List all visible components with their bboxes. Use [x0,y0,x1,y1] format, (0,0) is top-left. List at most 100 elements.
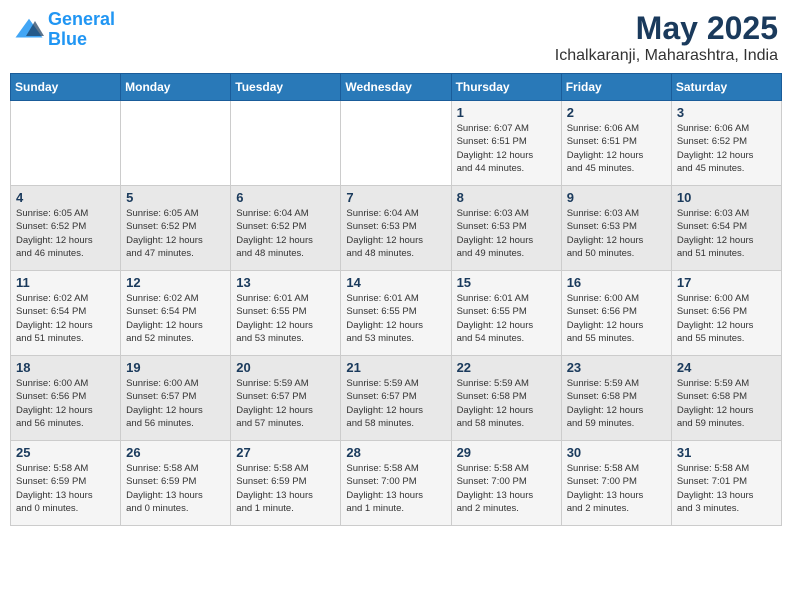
day-number: 13 [236,275,335,290]
calendar-week-row: 25 Sunrise: 5:58 AM Sunset: 6:59 PM Dayli… [11,441,782,526]
day-info: Sunrise: 5:59 AM Sunset: 6:58 PM Dayligh… [457,377,556,430]
weekday-header: Wednesday [341,74,451,101]
weekday-header: Monday [121,74,231,101]
location-title: Ichalkaranji, Maharashtra, India [555,47,778,65]
day-info: Sunrise: 6:05 AM Sunset: 6:52 PM Dayligh… [16,207,115,260]
day-number: 19 [126,360,225,375]
day-number: 9 [567,190,666,205]
calendar-cell: 30 Sunrise: 5:58 AM Sunset: 7:00 PM Dayli… [561,441,671,526]
day-info: Sunrise: 6:00 AM Sunset: 6:56 PM Dayligh… [16,377,115,430]
calendar-cell: 6 Sunrise: 6:04 AM Sunset: 6:52 PM Daylig… [231,186,341,271]
day-number: 7 [346,190,445,205]
day-number: 12 [126,275,225,290]
calendar-cell: 28 Sunrise: 5:58 AM Sunset: 7:00 PM Dayli… [341,441,451,526]
calendar-cell [11,101,121,186]
calendar-week-row: 18 Sunrise: 6:00 AM Sunset: 6:56 PM Dayli… [11,356,782,441]
day-number: 2 [567,105,666,120]
day-info: Sunrise: 6:01 AM Sunset: 6:55 PM Dayligh… [457,292,556,345]
day-number: 5 [126,190,225,205]
calendar-cell: 13Sunrise: 6:01 AM Sunset: 6:55 PM Dayli… [231,271,341,356]
calendar-cell: 19Sunrise: 6:00 AM Sunset: 6:57 PM Dayli… [121,356,231,441]
day-info: Sunrise: 5:58 AM Sunset: 7:00 PM Dayligh… [346,462,445,515]
day-info: Sunrise: 6:02 AM Sunset: 6:54 PM Dayligh… [126,292,225,345]
calendar-cell: 10Sunrise: 6:03 AM Sunset: 6:54 PM Dayli… [671,186,781,271]
weekday-header: Sunday [11,74,121,101]
calendar-cell: 27Sunrise: 5:58 AM Sunset: 6:59 PM Dayli… [231,441,341,526]
day-number: 20 [236,360,335,375]
logo: General Blue [14,10,115,50]
calendar-cell: 15 Sunrise: 6:01 AM Sunset: 6:55 PM Dayli… [451,271,561,356]
day-number: 31 [677,445,776,460]
day-number: 25 [16,445,115,460]
day-number: 21 [346,360,445,375]
calendar-cell: 3 Sunrise: 6:06 AM Sunset: 6:52 PM Daylig… [671,101,781,186]
weekday-header: Friday [561,74,671,101]
calendar-cell: 31 Sunrise: 5:58 AM Sunset: 7:01 PM Dayli… [671,441,781,526]
calendar-cell: 5 Sunrise: 6:05 AM Sunset: 6:52 PM Daylig… [121,186,231,271]
calendar-cell: 20Sunrise: 5:59 AM Sunset: 6:57 PM Dayli… [231,356,341,441]
day-number: 15 [457,275,556,290]
weekday-header: Tuesday [231,74,341,101]
day-info: Sunrise: 6:00 AM Sunset: 6:56 PM Dayligh… [677,292,776,345]
calendar-cell: 11Sunrise: 6:02 AM Sunset: 6:54 PM Dayli… [11,271,121,356]
day-info: Sunrise: 5:58 AM Sunset: 7:00 PM Dayligh… [567,462,666,515]
day-number: 16 [567,275,666,290]
calendar-cell: 9 Sunrise: 6:03 AM Sunset: 6:53 PM Daylig… [561,186,671,271]
day-number: 6 [236,190,335,205]
calendar-cell: 2 Sunrise: 6:06 AM Sunset: 6:51 PM Daylig… [561,101,671,186]
calendar-cell: 18 Sunrise: 6:00 AM Sunset: 6:56 PM Dayli… [11,356,121,441]
day-info: Sunrise: 5:59 AM Sunset: 6:58 PM Dayligh… [567,377,666,430]
calendar-cell: 14Sunrise: 6:01 AM Sunset: 6:55 PM Dayli… [341,271,451,356]
day-info: Sunrise: 6:03 AM Sunset: 6:54 PM Dayligh… [677,207,776,260]
day-info: Sunrise: 6:03 AM Sunset: 6:53 PM Dayligh… [567,207,666,260]
day-info: Sunrise: 5:58 AM Sunset: 6:59 PM Dayligh… [16,462,115,515]
calendar-cell: 1Sunrise: 6:07 AM Sunset: 6:51 PM Daylig… [451,101,561,186]
calendar-week-row: 11Sunrise: 6:02 AM Sunset: 6:54 PM Dayli… [11,271,782,356]
day-info: Sunrise: 5:59 AM Sunset: 6:58 PM Dayligh… [677,377,776,430]
day-number: 4 [16,190,115,205]
day-info: Sunrise: 6:00 AM Sunset: 6:56 PM Dayligh… [567,292,666,345]
calendar-cell: 21 Sunrise: 5:59 AM Sunset: 6:57 PM Dayli… [341,356,451,441]
day-info: Sunrise: 6:06 AM Sunset: 6:52 PM Dayligh… [677,122,776,175]
day-info: Sunrise: 6:04 AM Sunset: 6:52 PM Dayligh… [236,207,335,260]
calendar-cell: 29Sunrise: 5:58 AM Sunset: 7:00 PM Dayli… [451,441,561,526]
day-number: 8 [457,190,556,205]
calendar-cell: 24 Sunrise: 5:59 AM Sunset: 6:58 PM Dayli… [671,356,781,441]
calendar-week-row: 4 Sunrise: 6:05 AM Sunset: 6:52 PM Daylig… [11,186,782,271]
day-info: Sunrise: 6:05 AM Sunset: 6:52 PM Dayligh… [126,207,225,260]
day-info: Sunrise: 5:58 AM Sunset: 6:59 PM Dayligh… [236,462,335,515]
day-info: Sunrise: 6:06 AM Sunset: 6:51 PM Dayligh… [567,122,666,175]
calendar-cell: 12 Sunrise: 6:02 AM Sunset: 6:54 PM Dayli… [121,271,231,356]
calendar-cell: 4 Sunrise: 6:05 AM Sunset: 6:52 PM Daylig… [11,186,121,271]
day-number: 22 [457,360,556,375]
calendar-cell: 8Sunrise: 6:03 AM Sunset: 6:53 PM Daylig… [451,186,561,271]
day-info: Sunrise: 6:07 AM Sunset: 6:51 PM Dayligh… [457,122,556,175]
logo-blue: Blue [48,29,87,49]
logo-general: General [48,9,115,29]
calendar-cell: 16 Sunrise: 6:00 AM Sunset: 6:56 PM Dayli… [561,271,671,356]
page-header: General Blue May 2025 Ichalkaranji, Maha… [10,10,782,65]
calendar-cell: 17Sunrise: 6:00 AM Sunset: 6:56 PM Dayli… [671,271,781,356]
day-info: Sunrise: 6:02 AM Sunset: 6:54 PM Dayligh… [16,292,115,345]
day-info: Sunrise: 5:58 AM Sunset: 7:01 PM Dayligh… [677,462,776,515]
calendar-table: SundayMondayTuesdayWednesdayThursdayFrid… [10,73,782,526]
calendar-cell: 7 Sunrise: 6:04 AM Sunset: 6:53 PM Daylig… [341,186,451,271]
day-number: 30 [567,445,666,460]
day-number: 3 [677,105,776,120]
month-title: May 2025 [555,10,778,47]
weekday-header: Thursday [451,74,561,101]
day-info: Sunrise: 5:58 AM Sunset: 6:59 PM Dayligh… [126,462,225,515]
day-number: 18 [16,360,115,375]
day-info: Sunrise: 5:59 AM Sunset: 6:57 PM Dayligh… [346,377,445,430]
day-number: 24 [677,360,776,375]
logo-text: General Blue [48,10,115,50]
day-info: Sunrise: 6:04 AM Sunset: 6:53 PM Dayligh… [346,207,445,260]
day-number: 14 [346,275,445,290]
calendar-cell: 23Sunrise: 5:59 AM Sunset: 6:58 PM Dayli… [561,356,671,441]
weekday-header-row: SundayMondayTuesdayWednesdayThursdayFrid… [11,74,782,101]
day-number: 29 [457,445,556,460]
calendar-cell: 22 Sunrise: 5:59 AM Sunset: 6:58 PM Dayli… [451,356,561,441]
title-block: May 2025 Ichalkaranji, Maharashtra, Indi… [555,10,778,65]
day-number: 28 [346,445,445,460]
logo-icon [14,15,44,45]
